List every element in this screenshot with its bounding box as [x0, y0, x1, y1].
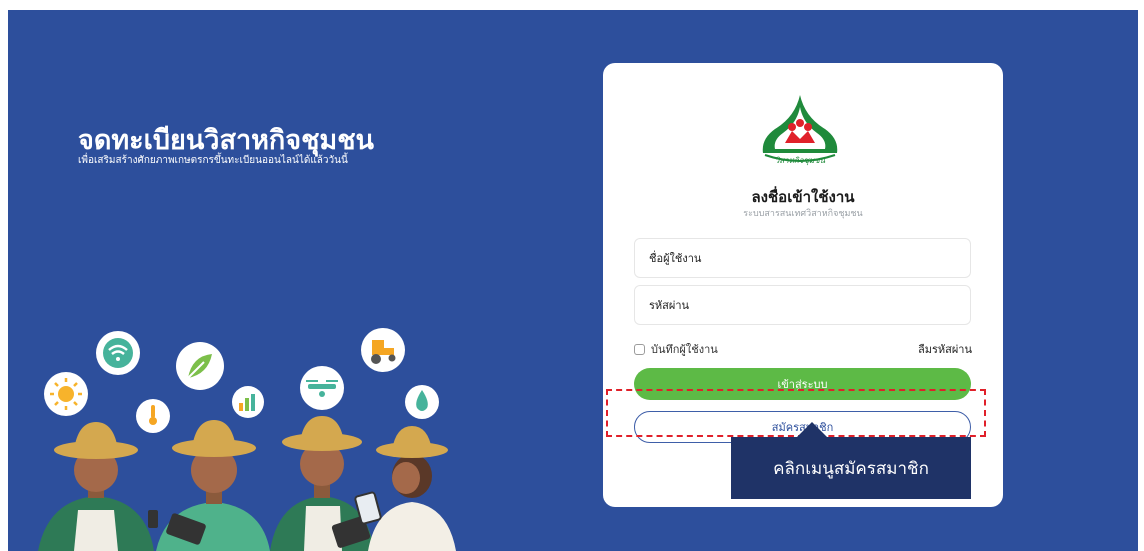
- leaf-icon: [176, 342, 224, 390]
- username-field[interactable]: [634, 238, 971, 278]
- drone-icon: [300, 366, 344, 410]
- instruction-callout: คลิกเมนูสมัครสมาชิก: [731, 437, 971, 499]
- farmer-figure: [156, 420, 270, 551]
- water-drop-icon: [405, 385, 439, 419]
- farmer-figure: [270, 416, 374, 551]
- callout-arrow: [796, 422, 828, 438]
- hero-subtitle: เพื่อเสริมสร้างศักยภาพเกษตรกรขึ้นทะเบียน…: [78, 155, 348, 166]
- thermometer-icon: [136, 399, 170, 433]
- bar-chart-icon: [232, 386, 264, 418]
- login-subtitle: ระบบสารสนเทศวิสาหกิจชุมชน: [743, 209, 863, 219]
- farmers-illustration: [38, 328, 456, 551]
- password-field[interactable]: [634, 285, 971, 325]
- remember-checkbox[interactable]: [634, 343, 645, 355]
- tractor-icon: [361, 328, 405, 372]
- logo-text: วิสาหกิจชุมชน: [775, 156, 826, 166]
- remember-user[interactable]: บันทึกผู้ใช้งาน: [634, 340, 718, 358]
- farmer-figure: [38, 422, 158, 551]
- community-enterprise-logo: วิสาหกิจชุมชน: [762, 95, 838, 166]
- wifi-icon: [96, 331, 140, 375]
- sun-icon: [44, 372, 88, 416]
- remember-label: บันทึกผู้ใช้งาน: [651, 343, 718, 356]
- forgot-password-link[interactable]: ลืมรหัสผ่าน: [918, 340, 972, 358]
